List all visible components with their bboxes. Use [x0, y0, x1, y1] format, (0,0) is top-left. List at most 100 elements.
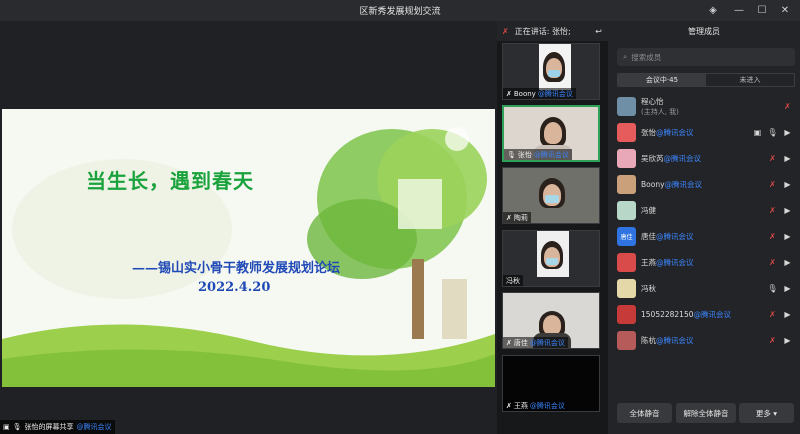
- speaker-icon: ✗: [502, 26, 509, 36]
- mic-icon[interactable]: 🎙: [767, 128, 777, 137]
- screen-share-icon: ▣: [3, 423, 10, 431]
- avatar: [617, 278, 636, 298]
- member-name: 吴欣芮@腾讯会议: [641, 153, 701, 163]
- member-row[interactable]: Boony@腾讯会议 ✗ ▶: [617, 171, 800, 197]
- camera-icon[interactable]: ▶: [783, 128, 792, 137]
- avatar: [617, 304, 636, 324]
- mic-icon: 🎙: [507, 150, 516, 159]
- minimize-button[interactable]: —: [727, 0, 751, 21]
- panel-title: 管理成员: [688, 26, 720, 36]
- mic-muted-icon[interactable]: ✗: [768, 154, 777, 163]
- search-placeholder: 搜索成员: [631, 52, 662, 62]
- mic-muted-icon[interactable]: ✗: [768, 336, 777, 345]
- avatar: [617, 330, 636, 350]
- mute-all-button[interactable]: 全体静音: [617, 403, 672, 423]
- video-tile[interactable]: ✗ Boony @腾讯会议: [502, 43, 600, 100]
- mic-muted-icon[interactable]: ✗: [768, 232, 777, 241]
- member-row[interactable]: 陈杭@腾讯会议 ✗ ▶: [617, 327, 800, 353]
- tab-in-meeting[interactable]: 会议中·45: [618, 74, 706, 86]
- camera-icon[interactable]: ▶: [783, 206, 792, 215]
- shared-slide: 当生长，遇到春天 ——锡山实小骨干教师发展规划论坛 2022.4.20: [2, 109, 495, 387]
- sharer-suffix: @腾讯会议: [76, 423, 112, 431]
- avatar: [617, 174, 636, 194]
- tile-name: ✗ 陶莉: [503, 212, 531, 223]
- member-row[interactable]: 吴欣芮@腾讯会议 ✗ ▶: [617, 145, 800, 171]
- unmute-all-button[interactable]: 解除全体静音: [676, 403, 736, 423]
- camera-icon[interactable]: ▶: [783, 154, 792, 163]
- avatar: [617, 122, 636, 142]
- search-input[interactable]: ⌕ 搜索成员: [617, 48, 795, 66]
- member-name: 张怡@腾讯会议: [641, 127, 694, 137]
- member-tabs: 会议中·45 未进入: [617, 73, 795, 87]
- pin-icon[interactable]: ◈: [701, 0, 725, 21]
- maximize-button[interactable]: ☐: [750, 0, 774, 21]
- search-icon: ⌕: [623, 52, 628, 61]
- mic-muted-icon: ✗: [506, 401, 512, 410]
- slide-subtitle: ——锡山实小骨干教师发展规划论坛: [132, 261, 341, 276]
- tile-name: 🎙 张怡 @腾讯会议: [504, 149, 572, 160]
- sharer-name: 张怡的屏幕共享: [24, 423, 74, 431]
- mic-muted-icon: ✗: [506, 338, 512, 347]
- mic-muted-icon[interactable]: ✗: [768, 206, 777, 215]
- panel-actions: 全体静音 解除全体静音 更多 ▾: [608, 395, 800, 434]
- member-row[interactable]: 15052282150@腾讯会议 ✗ ▶: [617, 301, 800, 327]
- avatar: [617, 96, 636, 116]
- mic-muted-icon[interactable]: ✗: [783, 102, 792, 111]
- tile-name: ✗ 王燕 @腾讯会议: [503, 400, 568, 411]
- camera-icon[interactable]: ▶: [783, 258, 792, 267]
- camera-icon[interactable]: ▶: [783, 284, 792, 293]
- video-tile-active[interactable]: 🎙 张怡 @腾讯会议: [502, 105, 600, 162]
- member-row[interactable]: 张怡@腾讯会议 ▣ 🎙 ▶: [617, 119, 800, 145]
- member-row[interactable]: 冯秋 🎙 ▶: [617, 275, 800, 301]
- member-row[interactable]: 王燕@腾讯会议 ✗ ▶: [617, 249, 800, 275]
- tile-name: ✗ Boony @腾讯会议: [503, 88, 576, 99]
- avatar: [617, 200, 636, 220]
- mic-muted-icon[interactable]: ✗: [768, 310, 777, 319]
- tile-name: 冯秋: [503, 275, 523, 286]
- close-button[interactable]: ✕: [773, 0, 797, 21]
- member-name: 程心怡 (主持人, 我): [641, 96, 679, 116]
- window-title: 区新秀发展规划交流: [359, 7, 441, 17]
- tile-name: ✗ 唐佳 @腾讯会议: [503, 337, 568, 348]
- member-name: 冯秋: [641, 283, 656, 293]
- mic-muted-icon[interactable]: ✗: [768, 258, 777, 267]
- mic-muted-icon[interactable]: ✗: [768, 180, 777, 189]
- screen-share-area: 当生长，遇到春天 ——锡山实小骨干教师发展规划论坛 2022.4.20 ▣ 🎙 …: [0, 21, 497, 434]
- camera-icon[interactable]: ▶: [783, 180, 792, 189]
- slide-illustration: [2, 127, 495, 387]
- video-list: ✗ 正在讲话: 张怡; ↩ ✗ Boony @腾讯会议 🎙 张怡 @腾讯会议 ✗ 陶莉 冯…: [497, 21, 608, 434]
- speaking-label: 正在讲话: 张怡;: [514, 26, 571, 36]
- member-name: 陈杭@腾讯会议: [641, 335, 694, 345]
- member-row[interactable]: 程心怡 (主持人, 我) ✗: [617, 93, 800, 119]
- video-tile[interactable]: ✗ 唐佳 @腾讯会议: [502, 292, 600, 349]
- more-button[interactable]: 更多 ▾: [739, 403, 794, 423]
- mic-icon: 🎙: [12, 423, 22, 431]
- screen-share-icon[interactable]: ▣: [753, 128, 762, 137]
- slide-title: 当生长，遇到春天: [86, 169, 254, 193]
- camera-icon[interactable]: ▶: [783, 310, 792, 319]
- member-name: 15052282150@腾讯会议: [641, 309, 731, 319]
- collapse-icon[interactable]: ↩: [595, 27, 608, 36]
- video-tile[interactable]: ✗ 王燕 @腾讯会议: [502, 355, 600, 412]
- avatar: 唐佳: [617, 226, 636, 246]
- member-row[interactable]: 冯健 ✗ ▶: [617, 197, 800, 223]
- video-tile[interactable]: 冯秋: [502, 230, 600, 287]
- mic-icon[interactable]: 🎙: [767, 284, 777, 293]
- camera-icon[interactable]: ▶: [783, 336, 792, 345]
- title-bar: 区新秀发展规划交流 ◈ — ☐ ✕: [0, 0, 800, 21]
- tab-not-joined[interactable]: 未进入: [706, 74, 794, 86]
- member-name: Boony@腾讯会议: [641, 179, 703, 189]
- screen-share-label: ▣ 🎙 张怡的屏幕共享 @腾讯会议: [0, 420, 115, 434]
- member-row[interactable]: 唐佳 唐佳@腾讯会议 ✗ ▶: [617, 223, 800, 249]
- member-name: 王燕@腾讯会议: [641, 257, 694, 267]
- slide-date: 2022.4.20: [198, 280, 271, 295]
- avatar: [617, 252, 636, 272]
- member-name: 冯健: [641, 205, 656, 215]
- camera-icon[interactable]: ▶: [783, 232, 792, 241]
- mic-muted-icon: ✗: [506, 213, 512, 222]
- members-panel: 管理成员 ⌕ 搜索成员 会议中·45 未进入 程心怡 (主持人, 我) ✗ 张怡@腾讯…: [608, 21, 800, 434]
- video-tile[interactable]: ✗ 陶莉: [502, 167, 600, 224]
- mic-muted-icon: ✗: [506, 89, 512, 98]
- member-name: 唐佳@腾讯会议: [641, 231, 694, 241]
- speaking-indicator: ✗ 正在讲话: 张怡; ↩: [497, 21, 608, 41]
